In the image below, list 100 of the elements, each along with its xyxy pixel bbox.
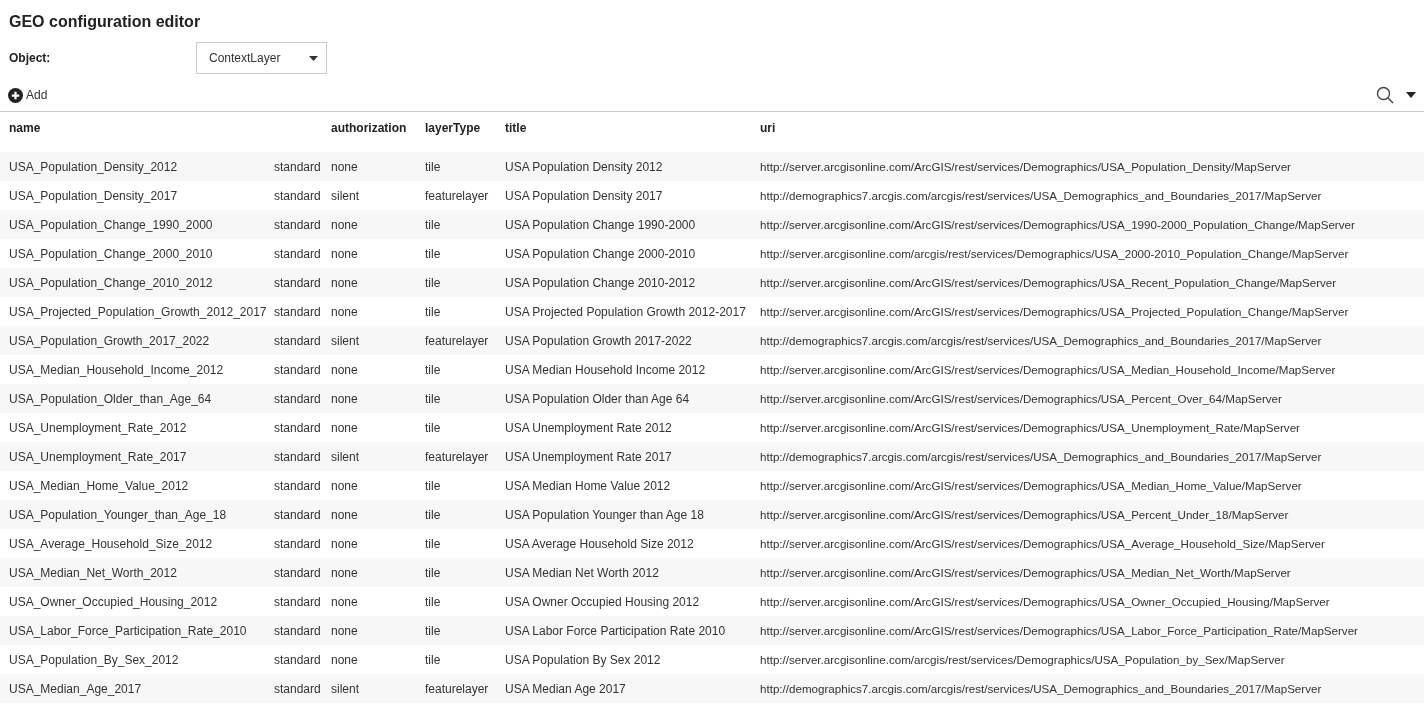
table-cell: USA Unemployment Rate 2012 xyxy=(505,413,760,442)
table-cell: USA Population By Sex 2012 xyxy=(505,645,760,674)
table-cell: http://server.arcgisonline.com/ArcGIS/rest/services/Demographics/USA_Median_Net_Worth/MapServer xyxy=(760,558,1424,587)
table-cell: standard xyxy=(274,413,331,442)
table-cell: featurelayer xyxy=(425,326,505,355)
table-cell: tile xyxy=(425,529,505,558)
table-cell: http://demographics7.arcgis.com/arcgis/rest/services/USA_Demographics_and_Boundaries_2017/MapServer xyxy=(760,674,1424,703)
object-dropdown[interactable]: ContextLayer xyxy=(196,42,327,74)
table-cell: USA_Unemployment_Rate_2012 xyxy=(0,413,274,442)
table-cell: none xyxy=(331,297,425,326)
table-cell: tile xyxy=(425,413,505,442)
table-cell: tile xyxy=(425,384,505,413)
table-cell: standard xyxy=(274,239,331,268)
table-cell: USA Labor Force Participation Rate 2010 xyxy=(505,616,760,645)
table-cell: http://server.arcgisonline.com/ArcGIS/rest/services/Demographics/USA_Median_Household_Income/MapServer xyxy=(760,355,1424,384)
table-cell: USA_Population_Change_1990_2000 xyxy=(0,210,274,239)
table-cell: none xyxy=(331,384,425,413)
table-cell: none xyxy=(331,210,425,239)
table-cell: http://demographics7.arcgis.com/arcgis/rest/services/USA_Demographics_and_Boundaries_2017/MapServer xyxy=(760,442,1424,471)
table-cell: none xyxy=(331,500,425,529)
table-cell: featurelayer xyxy=(425,674,505,703)
table-cell: none xyxy=(331,616,425,645)
table-cell: silent xyxy=(331,674,425,703)
table-cell: http://server.arcgisonline.com/ArcGIS/rest/services/Demographics/USA_Average_Household_Size/MapServer xyxy=(760,529,1424,558)
table-cell: tile xyxy=(425,355,505,384)
table-cell: standard xyxy=(274,674,331,703)
table-cell: USA Owner Occupied Housing 2012 xyxy=(505,587,760,616)
table-cell: silent xyxy=(331,326,425,355)
table-cell: USA Population Younger than Age 18 xyxy=(505,500,760,529)
table-cell: http://demographics7.arcgis.com/arcgis/rest/services/USA_Demographics_and_Boundaries_2017/MapServer xyxy=(760,326,1424,355)
table-cell: standard xyxy=(274,210,331,239)
table-cell: standard xyxy=(274,645,331,674)
table-cell: USA Population Older than Age 64 xyxy=(505,384,760,413)
table-cell: none xyxy=(331,268,425,297)
table-cell: USA_Population_Growth_2017_2022 xyxy=(0,326,274,355)
table-cell: USA_Owner_Occupied_Housing_2012 xyxy=(0,587,274,616)
table-cell: tile xyxy=(425,558,505,587)
table-cell: USA_Population_Younger_than_Age_18 xyxy=(0,500,274,529)
table-cell: USA_Population_Density_2017 xyxy=(0,181,274,210)
table-cell: standard xyxy=(274,558,331,587)
table-cell: tile xyxy=(425,152,505,181)
table-cell: silent xyxy=(331,181,425,210)
table-cell: USA_Average_Household_Size_2012 xyxy=(0,529,274,558)
table-cell: none xyxy=(331,239,425,268)
table-cell: standard xyxy=(274,181,331,210)
table-cell: tile xyxy=(425,616,505,645)
table-cell: standard xyxy=(274,355,331,384)
table-cell: USA Population Density 2017 xyxy=(505,181,760,210)
table-cell: none xyxy=(331,152,425,181)
object-label: Object: xyxy=(9,51,52,65)
table-cell: none xyxy=(331,413,425,442)
caret-icon[interactable] xyxy=(1406,92,1416,98)
table-cell: http://server.arcgisonline.com/ArcGIS/rest/services/Demographics/USA_Percent_Under_18/MapServer xyxy=(760,500,1424,529)
table-cell: tile xyxy=(425,268,505,297)
table-cell: USA_Projected_Population_Growth_2012_2017 xyxy=(0,297,274,326)
column-header[interactable]: uri xyxy=(760,121,776,135)
table-cell: http://server.arcgisonline.com/arcgis/rest/services/Demographics/USA_Population_by_Sex/MapServer xyxy=(760,645,1424,674)
table-cell: USA_Population_Change_2000_2010 xyxy=(0,239,274,268)
table-cell: featurelayer xyxy=(425,442,505,471)
search-icon[interactable] xyxy=(1376,86,1394,104)
table-cell: USA_Median_Net_Worth_2012 xyxy=(0,558,274,587)
table-cell: USA_Median_Age_2017 xyxy=(0,674,274,703)
table-cell: USA Population Growth 2017-2022 xyxy=(505,326,760,355)
table-cell: standard xyxy=(274,384,331,413)
table-cell: tile xyxy=(425,239,505,268)
table-cell: USA Population Density 2012 xyxy=(505,152,760,181)
table-cell: USA_Labor_Force_Participation_Rate_2010 xyxy=(0,616,274,645)
table-cell: standard xyxy=(274,326,331,355)
column-header[interactable]: authorization xyxy=(331,121,407,135)
table-cell: USA Median Household Income 2012 xyxy=(505,355,760,384)
table-cell: tile xyxy=(425,645,505,674)
column-header[interactable]: title xyxy=(505,121,527,135)
table-cell: none xyxy=(331,471,425,500)
table-cell: standard xyxy=(274,268,331,297)
add-button[interactable]: Add xyxy=(8,87,48,103)
table-cell: tile xyxy=(425,297,505,326)
table-cell: USA Median Net Worth 2012 xyxy=(505,558,760,587)
table-cell: standard xyxy=(274,471,331,500)
plus-circle-icon xyxy=(8,87,23,103)
table-cell: none xyxy=(331,355,425,384)
column-header[interactable]: layerType xyxy=(425,121,481,135)
column-header[interactable]: name xyxy=(9,121,41,135)
table-cell: none xyxy=(331,529,425,558)
table-cell: USA_Population_By_Sex_2012 xyxy=(0,645,274,674)
table-cell: USA_Unemployment_Rate_2017 xyxy=(0,442,274,471)
table-cell: standard xyxy=(274,616,331,645)
table-cell: tile xyxy=(425,471,505,500)
table-cell: standard xyxy=(274,152,331,181)
table-cell: USA Projected Population Growth 2012-2017 xyxy=(505,297,760,326)
table-cell: USA Average Household Size 2012 xyxy=(505,529,760,558)
table-cell: http://demographics7.arcgis.com/arcgis/rest/services/USA_Demographics_and_Boundaries_2017/MapServer xyxy=(760,181,1424,210)
table-cell: standard xyxy=(274,297,331,326)
table-cell: tile xyxy=(425,500,505,529)
table-cell: tile xyxy=(425,210,505,239)
table-cell: none xyxy=(331,645,425,674)
table-cell: standard xyxy=(274,500,331,529)
table-cell: http://server.arcgisonline.com/arcgis/rest/services/Demographics/USA_2000-2010_Population_Change/MapServer xyxy=(760,239,1424,268)
table-cell: USA_Median_Household_Income_2012 xyxy=(0,355,274,384)
table-cell: http://server.arcgisonline.com/ArcGIS/rest/services/Demographics/USA_Recent_Population_Change/MapServer xyxy=(760,268,1424,297)
table-cell: USA Unemployment Rate 2017 xyxy=(505,442,760,471)
